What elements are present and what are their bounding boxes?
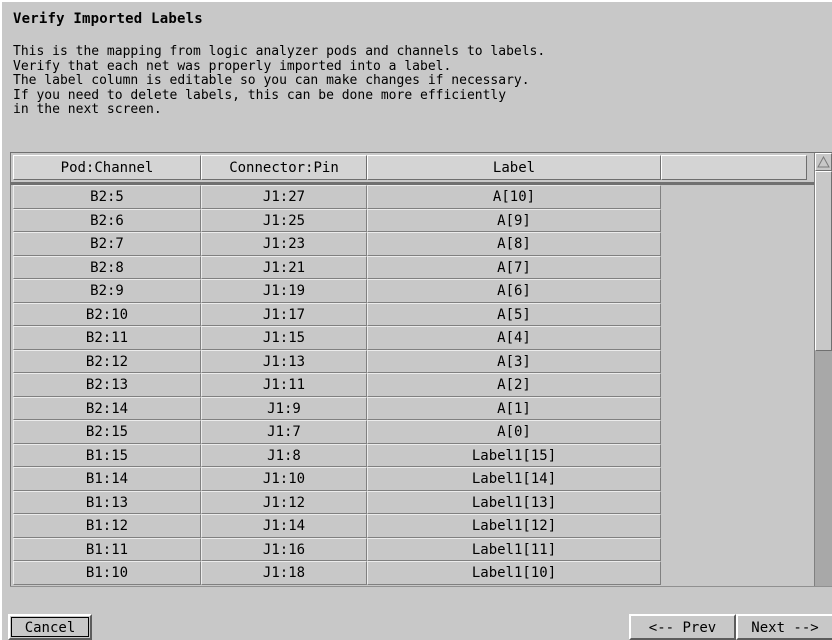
table-row[interactable]: B1:14 J1:10 Label1[14] <box>13 467 663 491</box>
cell-label[interactable]: A[10] <box>367 185 661 209</box>
cell-pod-channel: B1:10 <box>13 561 201 585</box>
scroll-up-arrow-icon[interactable] <box>815 153 832 171</box>
horizontal-scrollbar[interactable] <box>10 586 832 608</box>
cell-connector-pin: J1:27 <box>201 185 367 209</box>
cell-pod-channel: B2:11 <box>13 326 201 350</box>
cell-label[interactable]: A[0] <box>367 420 661 444</box>
table-row[interactable]: B2:8 J1:21 A[7] <box>13 255 663 279</box>
next-button[interactable]: Next --> <box>736 614 832 640</box>
cell-connector-pin: J1:8 <box>201 443 367 467</box>
table-row[interactable]: B2:6 J1:25 A[9] <box>13 208 663 232</box>
table-row[interactable]: B2:5 J1:27 A[10] <box>13 185 663 209</box>
table-row[interactable]: B1:13 J1:12 Label1[13] <box>13 490 663 514</box>
cell-connector-pin: J1:15 <box>201 326 367 350</box>
description-line: If you need to delete labels, this can b… <box>13 87 507 103</box>
description-line: in the next screen. <box>13 102 162 117</box>
cell-pod-channel: B2:10 <box>13 302 201 326</box>
table-row[interactable]: B2:10 J1:17 A[5] <box>13 302 663 326</box>
dialog-description: This is the mapping from logic analyzer … <box>13 44 546 118</box>
table-row[interactable]: B1:12 J1:14 Label1[12] <box>13 514 663 538</box>
column-header-pod-channel[interactable]: Pod:Channel <box>13 155 201 180</box>
table-row[interactable]: B1:15 J1:8 Label1[15] <box>13 443 663 467</box>
prev-button[interactable]: <-- Prev <box>629 614 736 640</box>
cell-pod-channel: B1:13 <box>13 490 201 514</box>
cell-pod-channel: B2:15 <box>13 420 201 444</box>
cell-pod-channel: B2:6 <box>13 208 201 232</box>
column-header-label[interactable]: Label <box>367 155 661 180</box>
cell-connector-pin: J1:21 <box>201 255 367 279</box>
cell-label[interactable]: Label1[11] <box>367 537 661 561</box>
cell-label[interactable]: A[2] <box>367 373 661 397</box>
column-header-connector-pin[interactable]: Connector:Pin <box>201 155 367 180</box>
cell-connector-pin: J1:13 <box>201 349 367 373</box>
cell-pod-channel: B2:13 <box>13 373 201 397</box>
cell-pod-channel: B2:5 <box>13 185 201 209</box>
cell-label[interactable]: A[1] <box>367 396 661 420</box>
cell-label[interactable]: A[3] <box>367 349 661 373</box>
cell-connector-pin: J1:17 <box>201 302 367 326</box>
table-row[interactable]: B2:11 J1:15 A[4] <box>13 326 663 350</box>
cell-pod-channel: B2:12 <box>13 349 201 373</box>
cell-connector-pin: J1:11 <box>201 373 367 397</box>
vertical-scrollbar[interactable] <box>814 153 832 607</box>
scrollbar-thumb[interactable] <box>815 171 832 351</box>
description-line: Verify that each net was properly import… <box>13 58 452 74</box>
cell-label[interactable]: Label1[15] <box>367 443 661 467</box>
cell-connector-pin: J1:7 <box>201 420 367 444</box>
cell-pod-channel: B2:7 <box>13 232 201 256</box>
cell-label[interactable]: Label1[14] <box>367 467 661 491</box>
cell-pod-channel: B2:9 <box>13 279 201 303</box>
cell-pod-channel: B1:14 <box>13 467 201 491</box>
cell-connector-pin: J1:12 <box>201 490 367 514</box>
table-row[interactable]: B1:10 J1:18 Label1[10] <box>13 561 663 585</box>
cell-label[interactable]: Label1[13] <box>367 490 661 514</box>
cell-label[interactable]: A[8] <box>367 232 661 256</box>
table-row[interactable]: B2:12 J1:13 A[3] <box>13 349 663 373</box>
cell-label[interactable]: Label1[10] <box>367 561 661 585</box>
column-header-empty <box>661 155 807 180</box>
table-row[interactable]: B2:9 J1:19 A[6] <box>13 279 663 303</box>
table-empty-area <box>663 185 817 607</box>
cell-label[interactable]: A[6] <box>367 279 661 303</box>
cell-pod-channel: B1:11 <box>13 537 201 561</box>
table-row[interactable]: B2:13 J1:11 A[2] <box>13 373 663 397</box>
cell-connector-pin: J1:14 <box>201 514 367 538</box>
cell-connector-pin: J1:19 <box>201 279 367 303</box>
cell-connector-pin: J1:18 <box>201 561 367 585</box>
cell-connector-pin: J1:9 <box>201 396 367 420</box>
cell-label[interactable]: Label1[12] <box>367 514 661 538</box>
table-row[interactable]: B2:14 J1:9 A[1] <box>13 396 663 420</box>
cell-connector-pin: J1:23 <box>201 232 367 256</box>
cell-connector-pin: J1:25 <box>201 208 367 232</box>
table-row[interactable]: B2:7 J1:23 A[8] <box>13 232 663 256</box>
cell-connector-pin: J1:16 <box>201 537 367 561</box>
cell-label[interactable]: A[5] <box>367 302 661 326</box>
cancel-button[interactable]: Cancel <box>8 614 92 640</box>
verify-labels-dialog: Verify Imported Labels This is the mappi… <box>0 0 832 640</box>
table-header: Pod:Channel Connector:Pin Label <box>13 155 817 180</box>
cell-label[interactable]: A[9] <box>367 208 661 232</box>
description-line: The label column is editable so you can … <box>13 73 530 88</box>
label-mapping-table: Pod:Channel Connector:Pin Label B2:5 J1:2… <box>10 152 832 608</box>
cell-label[interactable]: A[7] <box>367 255 661 279</box>
cell-pod-channel: B1:12 <box>13 514 201 538</box>
cell-connector-pin: J1:10 <box>201 467 367 491</box>
cell-label[interactable]: A[4] <box>367 326 661 350</box>
description-line: This is the mapping from logic analyzer … <box>13 44 546 59</box>
cell-pod-channel: B2:8 <box>13 255 201 279</box>
cell-pod-channel: B2:14 <box>13 396 201 420</box>
table-body: B2:5 J1:27 A[10] B2:6 J1:25 A[9] B2:7 J1:23 A[8]… <box>13 185 663 607</box>
cell-pod-channel: B1:15 <box>13 443 201 467</box>
table-row[interactable]: B1:11 J1:16 Label1[11] <box>13 537 663 561</box>
table-row[interactable]: B2:15 J1:7 A[0] <box>13 420 663 444</box>
dialog-title: Verify Imported Labels <box>13 11 203 27</box>
